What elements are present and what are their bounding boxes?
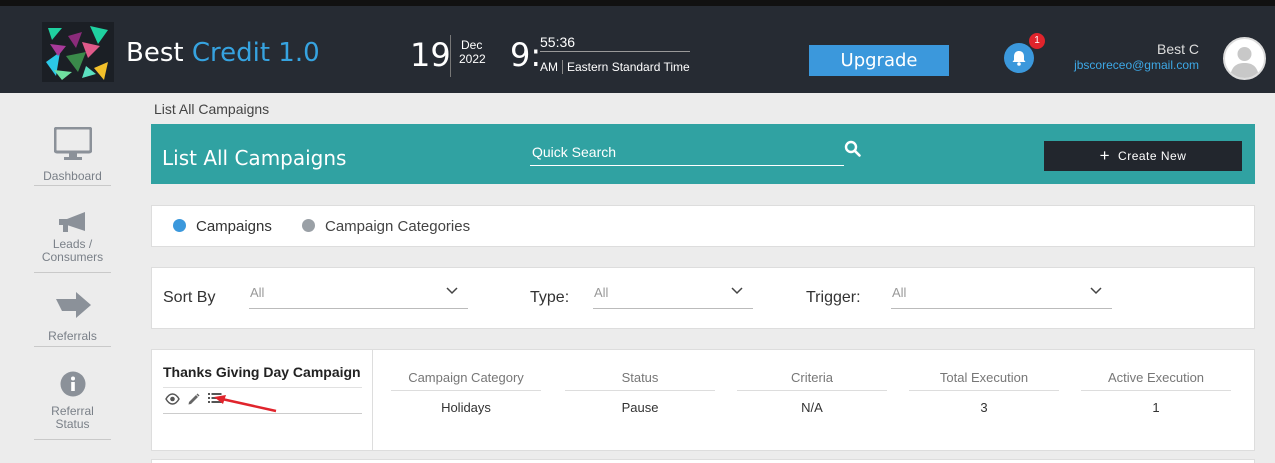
sort-by-value: All <box>250 285 265 300</box>
sidebar-label: Referrals <box>48 329 97 343</box>
sort-by-select[interactable]: All <box>249 285 468 309</box>
criteria-value: N/A <box>801 400 823 415</box>
chevron-down-icon <box>731 287 743 295</box>
brand-accent: Credit 1.0 <box>191 38 320 68</box>
megaphone-icon <box>58 212 85 232</box>
trigger-value: All <box>892 285 907 300</box>
sidebar-label: Dashboard <box>43 169 102 183</box>
type-value: All <box>594 285 609 300</box>
trigger-label: Trigger: <box>806 289 861 306</box>
edit-pencil-icon[interactable] <box>187 393 200 406</box>
divider <box>163 387 362 388</box>
campaign-row <box>151 459 1255 463</box>
column-header: Active Execution <box>1081 370 1231 391</box>
eye-icon[interactable] <box>165 393 180 405</box>
create-new-label: Create New <box>1118 149 1187 163</box>
active-dot-icon <box>173 219 186 232</box>
tab-campaign-categories[interactable]: Campaign Categories <box>302 218 470 235</box>
campaign-name-cell: Thanks Giving Day Campaign <box>152 350 373 450</box>
tab-label: Campaign Categories <box>325 218 471 235</box>
sort-by-label: Sort By <box>163 289 216 306</box>
arrow-right-icon <box>55 292 91 318</box>
annotation-arrow-icon <box>214 395 277 413</box>
sidebar-item-leads[interactable]: Leads / Consumers <box>34 211 111 273</box>
active-execution-value: 1 <box>1152 400 1160 415</box>
column-header: Status <box>565 370 715 391</box>
sidebar-label: Leads / Consumers <box>41 237 104 264</box>
info-icon <box>60 371 85 397</box>
upgrade-button[interactable]: Upgrade <box>809 45 949 76</box>
notification-badge: 1 <box>1029 33 1045 49</box>
sidebar-item-dashboard[interactable]: Dashboard <box>34 127 111 186</box>
campaign-tabs: Campaigns Campaign Categories <box>151 205 1255 247</box>
type-label: Type: <box>530 289 570 306</box>
campaign-row: Thanks Giving Day Campaign Campaign Cate… <box>151 349 1255 451</box>
user-avatar[interactable] <box>1223 37 1266 80</box>
date-day: 19 <box>410 36 451 74</box>
campaign-category-value: Holidays <box>441 400 491 415</box>
column-header: Criteria <box>737 370 887 391</box>
column-header: Total Execution <box>909 370 1059 391</box>
time-minutes-seconds: 55:36 <box>540 34 690 52</box>
sidebar-item-referral-status[interactable]: Referral Status <box>34 371 111 440</box>
brand-name[interactable]: Best Credit 1.0 <box>126 38 320 68</box>
breadcrumb: List All Campaigns <box>154 101 270 117</box>
campaign-name[interactable]: Thanks Giving Day Campaign <box>163 364 361 380</box>
page-title: List All Campaigns <box>162 146 347 170</box>
time-hour: 9: <box>510 36 542 74</box>
sidebar-item-referrals[interactable]: Referrals <box>34 291 111 347</box>
monitor-icon <box>53 127 92 160</box>
bell-icon[interactable] <box>1004 43 1034 73</box>
quick-search-input[interactable] <box>530 139 844 166</box>
user-email[interactable]: jbscoreceo@gmail.com <box>1074 58 1199 72</box>
sidebar: Dashboard Leads / Consumers Referrals Re… <box>0 93 145 463</box>
brand-prefix: Best <box>126 38 184 68</box>
date-year: 2022 <box>459 52 486 66</box>
tab-label: Campaigns <box>196 218 272 235</box>
brand-logo[interactable] <box>42 22 114 82</box>
chevron-down-icon <box>446 287 458 295</box>
create-new-button[interactable]: + Create New <box>1044 141 1242 171</box>
plus-icon: + <box>1099 146 1111 165</box>
filter-bar: Sort By All Type: All Trigger: All <box>151 267 1255 329</box>
column-header: Campaign Category <box>391 370 541 391</box>
page-banner: List All Campaigns + Create New <box>151 124 1255 184</box>
inactive-dot-icon <box>302 219 315 232</box>
tab-campaigns[interactable]: Campaigns <box>173 218 272 235</box>
trigger-select[interactable]: All <box>891 285 1112 309</box>
time-ampm: AM <box>540 60 558 74</box>
top-header: Best Credit 1.0 19 Dec 2022 9: 55:36 AM … <box>0 0 1275 93</box>
search-icon[interactable] <box>844 140 862 158</box>
date-divider <box>450 35 451 77</box>
date-month: Dec <box>461 38 483 52</box>
sidebar-label: Referral Status <box>51 404 94 431</box>
chevron-down-icon <box>1090 287 1102 295</box>
status-value: Pause <box>621 400 659 415</box>
type-select[interactable]: All <box>593 285 753 309</box>
user-name[interactable]: Best C <box>1157 41 1199 57</box>
timezone: Eastern Standard Time <box>562 60 690 74</box>
total-execution-value: 3 <box>980 400 988 415</box>
